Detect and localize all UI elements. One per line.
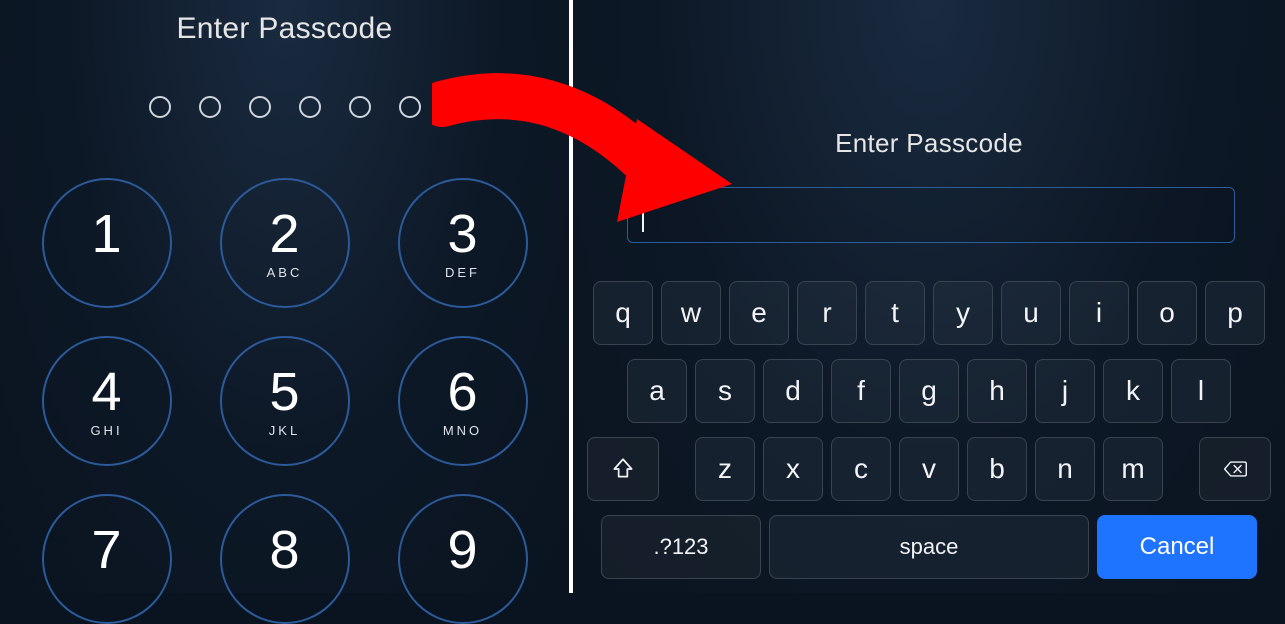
cancel-button[interactable]: Cancel [1097,515,1257,579]
key-v[interactable]: v [899,437,959,501]
backspace-icon [1222,456,1248,482]
key-z[interactable]: z [695,437,755,501]
key-e[interactable]: e [729,281,789,345]
key-u[interactable]: u [1001,281,1061,345]
key-o[interactable]: o [1137,281,1197,345]
key-d[interactable]: d [763,359,823,423]
key-f[interactable]: f [831,359,891,423]
key-w[interactable]: w [661,281,721,345]
key-k[interactable]: k [1103,359,1163,423]
keypad-9[interactable]: 9 [398,494,528,624]
numeric-passcode-screen: Enter Passcode 1 2 ABC 3 DEF 4 [0,0,573,593]
key-x[interactable]: x [763,437,823,501]
keypad-3[interactable]: 3 DEF [398,178,528,308]
keypad-1[interactable]: 1 [42,178,172,308]
key-n[interactable]: n [1035,437,1095,501]
key-numeric-switch[interactable]: .?123 [601,515,761,579]
key-y[interactable]: y [933,281,993,345]
key-h[interactable]: h [967,359,1027,423]
text-caret-icon [642,198,644,232]
key-backspace[interactable] [1199,437,1271,501]
number-pad: 1 2 ABC 3 DEF 4 GHI 5 JKL 6 MNO [0,178,569,624]
passcode-dots [0,96,569,118]
keypad-2[interactable]: 2 ABC [220,178,350,308]
key-c[interactable]: c [831,437,891,501]
key-s[interactable]: s [695,359,755,423]
key-r[interactable]: r [797,281,857,345]
passcode-input[interactable] [627,187,1235,243]
key-space[interactable]: space [769,515,1089,579]
passcode-dot [299,96,321,118]
key-q[interactable]: q [593,281,653,345]
key-b[interactable]: b [967,437,1027,501]
passcode-dot [249,96,271,118]
passcode-dot [399,96,421,118]
keypad-7[interactable]: 7 [42,494,172,624]
keypad-6[interactable]: 6 MNO [398,336,528,466]
shift-icon [610,456,636,482]
passcode-dot [199,96,221,118]
passcode-title: Enter Passcode [573,0,1285,159]
keypad-4[interactable]: 4 GHI [42,336,172,466]
passcode-dot [349,96,371,118]
alphanumeric-passcode-screen: Enter Passcode q w e r t y u i o p a s d… [573,0,1285,593]
key-t[interactable]: t [865,281,925,345]
key-m[interactable]: m [1103,437,1163,501]
passcode-title: Enter Passcode [0,0,569,46]
keypad-8[interactable]: 8 [220,494,350,624]
key-a[interactable]: a [627,359,687,423]
key-l[interactable]: l [1171,359,1231,423]
key-shift[interactable] [587,437,659,501]
key-i[interactable]: i [1069,281,1129,345]
key-g[interactable]: g [899,359,959,423]
onscreen-keyboard: q w e r t y u i o p a s d f g h j k l [573,281,1285,593]
passcode-dot [149,96,171,118]
key-j[interactable]: j [1035,359,1095,423]
key-p[interactable]: p [1205,281,1265,345]
keypad-5[interactable]: 5 JKL [220,336,350,466]
